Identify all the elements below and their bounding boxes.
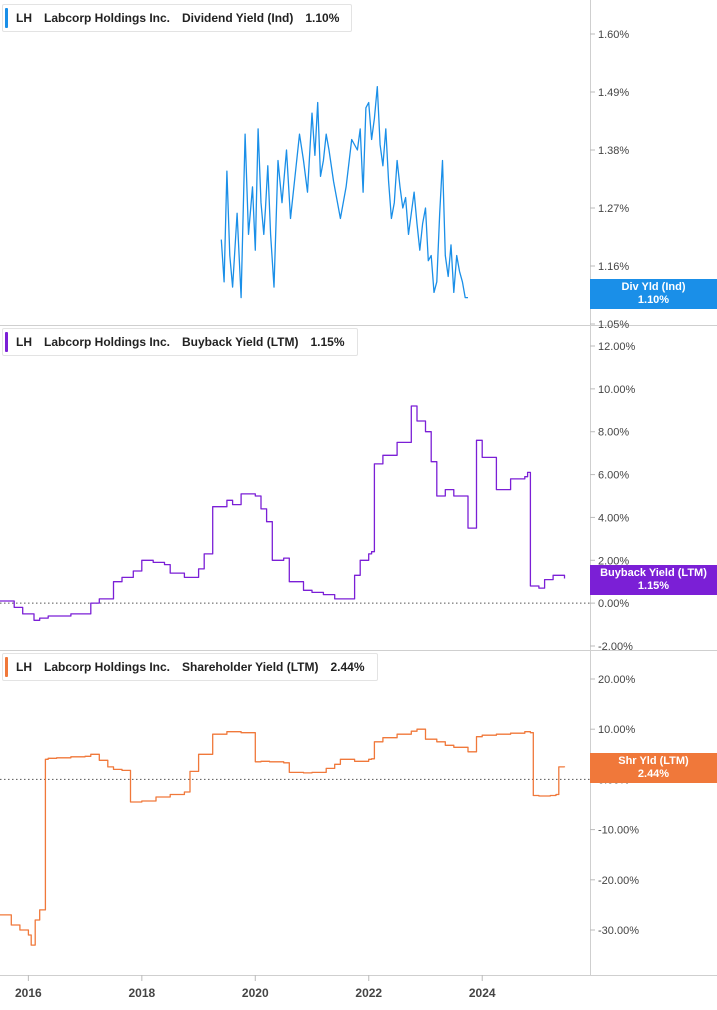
legend-ticker: LH [16,660,32,674]
y-tick-label: 1.27% [598,203,629,215]
series-color-swatch [5,332,8,352]
x-tick-label: 2024 [469,986,496,1000]
legend-ticker: LH [16,11,32,25]
legend-value: 2.44% [330,660,365,674]
tag-label: Buyback Yield (LTM) [600,567,707,579]
legend-metric: Dividend Yield (Ind) [182,11,294,25]
legend-buyback-yield[interactable]: LH Labcorp Holdings Inc. Buyback Yield (… [2,328,358,356]
tag-label: Shr Yld (LTM) [618,755,689,767]
series-line-dividend-yield-ind [220,86,468,299]
y-tick-label: 12.00% [598,341,636,353]
y-tick-label: 1.49% [598,87,629,99]
y-tick-label: -10.00% [598,825,639,837]
y-tick-label: 20.00% [598,674,636,686]
y-tick-label: -2.00% [598,641,633,653]
series-line-shareholder-yield-ltm [0,728,566,946]
tag-label: Div Yld (Ind) [621,281,686,293]
y-tick-label: 6.00% [598,470,629,482]
series-color-swatch [5,8,8,28]
legend-ticker: LH [16,335,32,349]
y-tick-label: 1.38% [598,145,629,157]
tag-value: 1.10% [637,294,670,306]
tag-value: 2.44% [637,768,670,780]
x-tick-label: 2022 [355,986,382,1000]
y-tick-label: 10.00% [598,724,636,736]
tag-shareholder-yield: Shr Yld (LTM) 2.44% [590,753,717,783]
legend-shareholder-yield[interactable]: LH Labcorp Holdings Inc. Shareholder Yie… [2,653,378,681]
y-tick-label: 0.00% [598,598,629,610]
series-line-buyback-yield-ltm [0,405,566,621]
tag-dividend-yield: Div Yld (Ind) 1.10% [590,279,717,309]
y-tick-label: -30.00% [598,925,639,937]
y-tick-label: 4.00% [598,512,629,524]
y-tick-label: 8.00% [598,427,629,439]
x-tick-label: 2018 [128,986,155,1000]
chart-stage: 1.05% 1.16% 1.27% 1.38% 1.49% 1.60% -2.00% 0.00… [0,0,717,1005]
legend-company: Labcorp Holdings Inc. [44,335,171,349]
legend-value: 1.10% [305,11,340,25]
x-tick-label: 2016 [15,986,42,1000]
series-color-swatch [5,657,8,677]
tag-buyback-yield: Buyback Yield (LTM) 1.15% [590,565,717,595]
y-tick-label: 1.60% [598,29,629,41]
legend-value: 1.15% [310,335,345,349]
legend-metric: Buyback Yield (LTM) [182,335,299,349]
yield-charts: 1.05% 1.16% 1.27% 1.38% 1.49% 1.60% -2.00% 0.00… [0,0,717,1000]
tag-value: 1.15% [637,580,670,592]
y-tick-label: 1.16% [598,261,629,273]
legend-company: Labcorp Holdings Inc. [44,11,171,25]
legend-company: Labcorp Holdings Inc. [44,660,171,674]
y-tick-label: 10.00% [598,384,636,396]
y-tick-label: 1.05% [598,319,629,331]
legend-dividend-yield[interactable]: LH Labcorp Holdings Inc. Dividend Yield … [2,4,353,32]
y-tick-label: -20.00% [598,875,639,887]
legend-metric: Shareholder Yield (LTM) [182,660,319,674]
x-tick-label: 2020 [242,986,269,1000]
